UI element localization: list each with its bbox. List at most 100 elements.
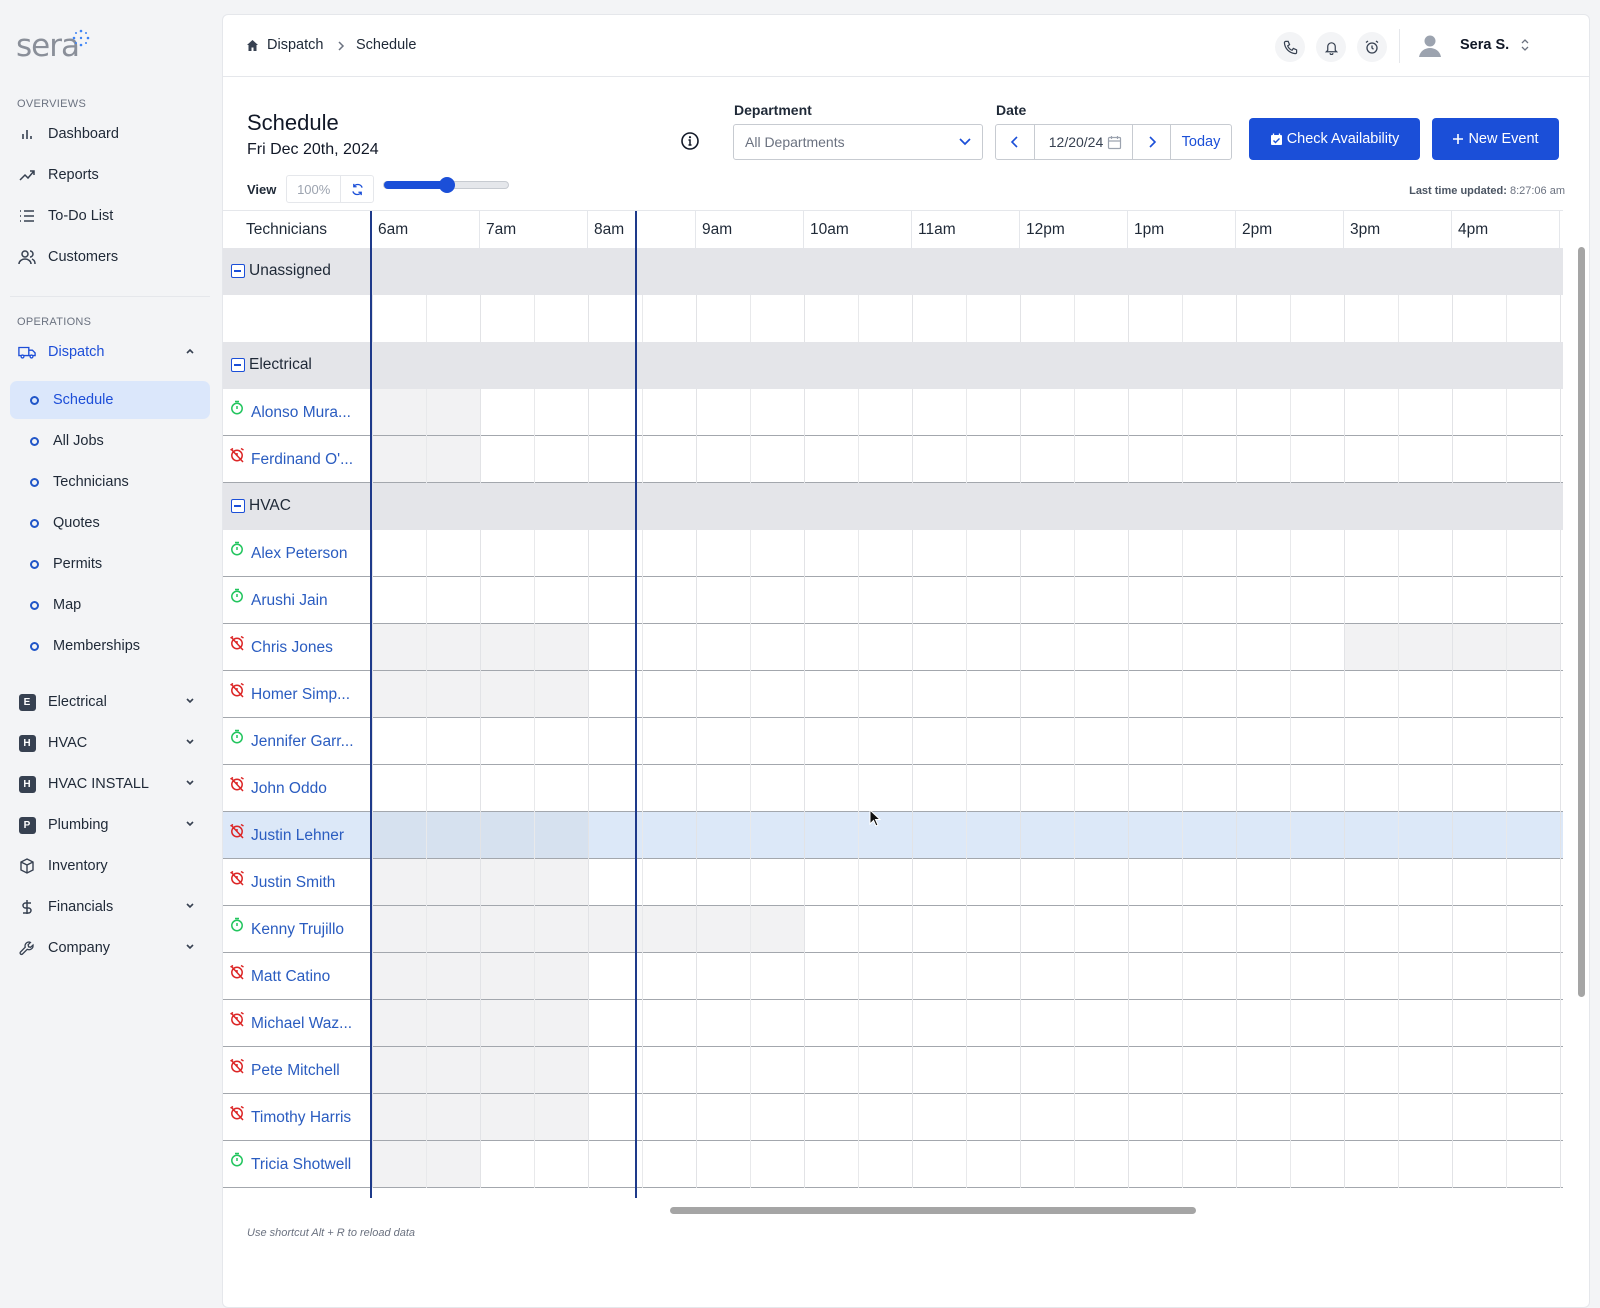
technician-row[interactable]: Kenny Trujillo xyxy=(223,906,1563,953)
nav-memberships[interactable]: Memberships xyxy=(10,627,210,665)
nav-map[interactable]: Map xyxy=(10,586,210,624)
zoom-value[interactable]: 100% xyxy=(287,176,342,202)
home-icon[interactable] xyxy=(246,39,259,52)
nav-technicians[interactable]: Technicians xyxy=(10,463,210,501)
technician-row[interactable]: Ferdinand O'... xyxy=(223,436,1563,483)
technician-name[interactable]: Ferdinand O'... xyxy=(229,436,369,483)
technician-row[interactable]: Michael Waz... xyxy=(223,1000,1563,1047)
nav-reports[interactable]: Reports xyxy=(10,156,210,194)
nav-plumbing[interactable]: P Plumbing xyxy=(10,806,210,844)
new-event-button[interactable]: New Event xyxy=(1432,118,1559,160)
technician-row[interactable]: Justin Lehner xyxy=(223,812,1563,859)
nav-hvac-install[interactable]: H HVAC INSTALL xyxy=(10,765,210,803)
grid-line xyxy=(534,624,535,671)
date-input[interactable]: 12/20/24 xyxy=(1035,125,1133,159)
grid-line xyxy=(1398,1141,1399,1188)
reset-zoom-button[interactable] xyxy=(341,176,373,202)
nav-hvac[interactable]: H HVAC xyxy=(10,724,210,762)
technician-name[interactable]: Chris Jones xyxy=(229,624,369,671)
grid-line xyxy=(1236,718,1237,765)
technician-name[interactable]: Alonso Mura... xyxy=(229,389,369,436)
next-day-button[interactable] xyxy=(1133,125,1171,159)
info-icon[interactable] xyxy=(680,131,700,151)
grid-line xyxy=(750,295,751,342)
sera-logo[interactable]: sera xyxy=(16,28,96,68)
technician-name[interactable]: Michael Waz... xyxy=(229,1000,369,1047)
vertical-scrollbar[interactable] xyxy=(1578,247,1585,997)
phone-button[interactable] xyxy=(1275,32,1305,62)
technician-name[interactable]: Arushi Jain xyxy=(229,577,369,624)
user-name[interactable]: Sera S. xyxy=(1460,37,1509,53)
technician-row[interactable]: Arushi Jain xyxy=(223,577,1563,624)
nav-inventory[interactable]: Inventory xyxy=(10,847,210,885)
technician-name[interactable]: Homer Simp... xyxy=(229,671,369,718)
nav-dispatch[interactable]: Dispatch xyxy=(10,333,210,371)
technician-label: Jennifer Garr... xyxy=(251,732,354,750)
grid-line xyxy=(696,953,697,1000)
technician-row[interactable] xyxy=(223,295,1563,342)
technician-row[interactable]: Homer Simp... xyxy=(223,671,1563,718)
alarm-button[interactable] xyxy=(1357,32,1387,62)
collapse-group-icon[interactable] xyxy=(231,358,245,372)
nav-customers[interactable]: Customers xyxy=(10,238,210,276)
notifications-button[interactable] xyxy=(1316,32,1346,62)
technician-name[interactable]: Justin Smith xyxy=(229,859,369,906)
technician-row[interactable]: Pete Mitchell xyxy=(223,1047,1563,1094)
technician-name[interactable]: Jennifer Garr... xyxy=(229,718,369,765)
collapse-group-icon[interactable] xyxy=(231,499,245,513)
grid-line xyxy=(750,765,751,812)
department-select[interactable]: All Departments xyxy=(733,124,983,160)
nav-company[interactable]: Company xyxy=(10,929,210,967)
grid-line xyxy=(1452,1094,1453,1141)
schedule-grid: Unassigned Electrical Alonso Mura... Ferdin… xyxy=(223,210,1563,1198)
technician-name[interactable]: Alex Peterson xyxy=(229,530,369,577)
nav-schedule[interactable]: Schedule xyxy=(10,381,210,419)
breadcrumb-dispatch[interactable]: Dispatch xyxy=(267,37,323,53)
nav-todo[interactable]: To-Do List xyxy=(10,197,210,235)
technician-row[interactable]: Jennifer Garr... xyxy=(223,718,1563,765)
nav-permits[interactable]: Permits xyxy=(10,545,210,583)
today-button[interactable]: Today xyxy=(1171,125,1231,159)
technician-row[interactable]: Alonso Mura... xyxy=(223,389,1563,436)
technician-row[interactable]: Matt Catino xyxy=(223,953,1563,1000)
technician-name[interactable]: Justin Lehner xyxy=(229,812,369,859)
grid-line xyxy=(372,765,373,812)
technician-row[interactable]: Timothy Harris xyxy=(223,1094,1563,1141)
chevron-updown-icon[interactable] xyxy=(1520,38,1530,52)
grid-line xyxy=(1128,624,1129,671)
nav-dashboard[interactable]: Dashboard xyxy=(10,115,210,153)
grid-line xyxy=(696,1094,697,1141)
nav-label: Dispatch xyxy=(48,344,105,360)
technician-row[interactable]: Chris Jones xyxy=(223,624,1563,671)
technician-row[interactable]: John Oddo xyxy=(223,765,1563,812)
nav-financials[interactable]: Financials xyxy=(10,888,210,926)
technician-name[interactable]: Matt Catino xyxy=(229,953,369,1000)
technician-name[interactable]: John Oddo xyxy=(229,765,369,812)
prev-day-button[interactable] xyxy=(996,125,1035,159)
nav-quotes[interactable]: Quotes xyxy=(10,504,210,542)
technician-name[interactable]: Pete Mitchell xyxy=(229,1047,369,1094)
technician-row[interactable]: Tricia Shotwell xyxy=(223,1141,1563,1188)
sparkle-icon xyxy=(72,29,90,47)
grid-line xyxy=(750,671,751,718)
nav-label: Map xyxy=(53,597,82,613)
zoom-slider[interactable] xyxy=(383,177,509,193)
grid-line xyxy=(1398,953,1399,1000)
zoom-slider-thumb[interactable] xyxy=(439,177,455,193)
technician-name[interactable]: Tricia Shotwell xyxy=(229,1141,369,1188)
technician-name[interactable]: Timothy Harris xyxy=(229,1094,369,1141)
horizontal-scrollbar[interactable] xyxy=(670,1207,1196,1214)
avatar[interactable] xyxy=(1417,32,1443,58)
check-availability-button[interactable]: Check Availability xyxy=(1249,118,1420,160)
grid-line xyxy=(1452,953,1453,1000)
nav-electrical[interactable]: E Electrical xyxy=(10,683,210,721)
grid-line xyxy=(642,1094,643,1141)
technician-row[interactable]: Alex Peterson xyxy=(223,530,1563,577)
nav-all-jobs[interactable]: All Jobs xyxy=(10,422,210,460)
grid-line xyxy=(588,718,589,765)
collapse-group-icon[interactable] xyxy=(231,264,245,278)
technician-row[interactable]: Justin Smith xyxy=(223,859,1563,906)
grid-line xyxy=(1290,1047,1291,1094)
grid-line xyxy=(1290,859,1291,906)
technician-name[interactable]: Kenny Trujillo xyxy=(229,906,369,953)
